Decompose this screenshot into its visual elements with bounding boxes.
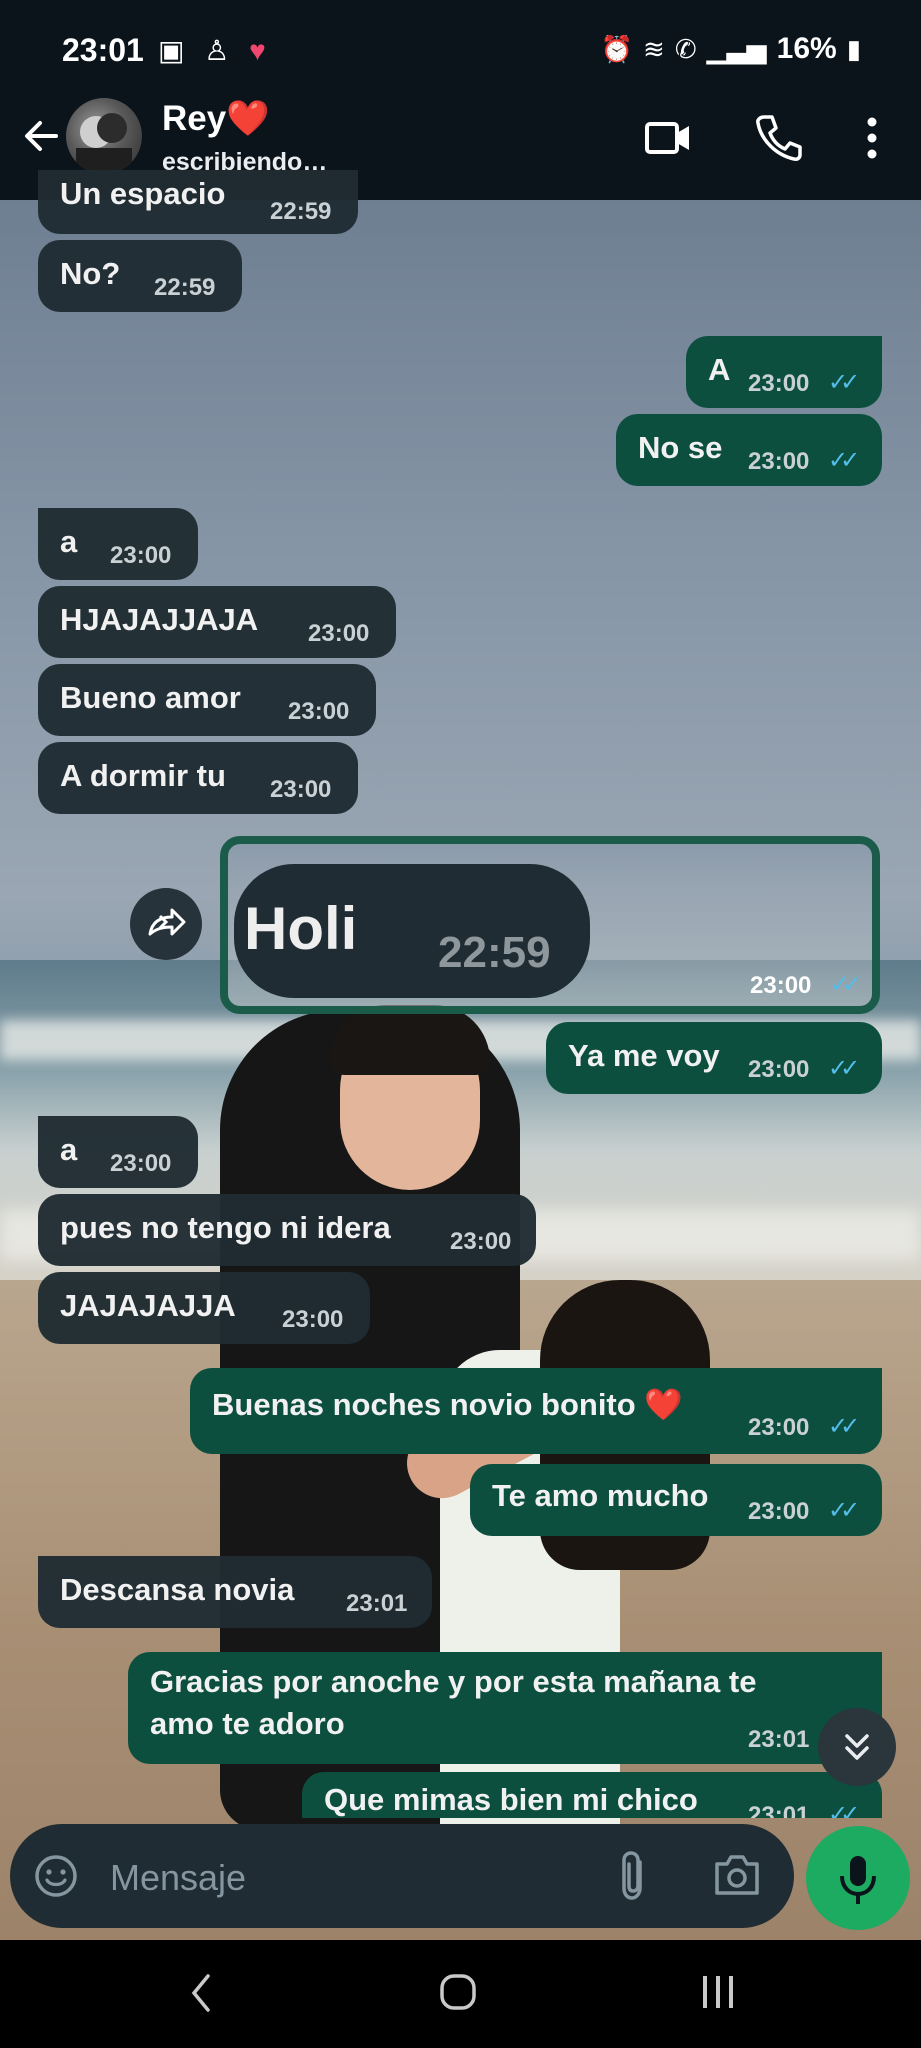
message-outgoing[interactable]: A 23:00 ✓✓ <box>686 336 882 408</box>
message-time: 23:00 <box>748 1056 810 1083</box>
message-incoming[interactable]: A dormir tu 23:00 <box>38 742 358 814</box>
app-icon: ♙ <box>204 35 236 66</box>
message-time: 22:59 <box>270 198 332 225</box>
battery-icon: ▮ <box>846 33 861 64</box>
message-incoming[interactable]: a 23:00 <box>38 1116 198 1188</box>
message-outgoing[interactable]: Ya me voy 23:00 ✓✓ <box>546 1022 882 1094</box>
read-ticks-icon: ✓✓ <box>828 1413 860 1440</box>
wifi-icon: ≋ <box>643 33 665 64</box>
message-incoming[interactable]: JAJAJAJJA 23:00 <box>38 1272 370 1344</box>
gallery-icon: ▣ <box>158 35 191 66</box>
message-time: 23:00 <box>748 1498 810 1525</box>
message-time: 23:00 <box>308 620 370 647</box>
message-time: 23:00 <box>748 1414 810 1441</box>
message-incoming[interactable]: a 23:00 <box>38 508 198 580</box>
avatar[interactable] <box>66 98 142 174</box>
voice-message-button[interactable] <box>806 1826 910 1930</box>
heart-icon: ♥ <box>249 35 272 66</box>
contact-name[interactable]: Rey❤️ <box>162 98 270 139</box>
nav-back-icon[interactable] <box>186 1968 216 2018</box>
status-bar: 23:01 ▣ ♙ ♥ ⏰ ≋ ✆ ▁▃▅ 16% ▮ <box>0 0 921 100</box>
attach-icon[interactable] <box>614 1850 654 1902</box>
message-time: 23:00 <box>110 542 172 569</box>
message-outgoing[interactable]: Buenas noches novio bonito ❤️ 23:00 ✓✓ <box>190 1368 882 1454</box>
message-time: 23:00 <box>748 448 810 475</box>
wifi-call-icon: ✆ <box>674 33 697 64</box>
phone-icon[interactable] <box>754 112 802 162</box>
read-ticks-icon: ✓✓ <box>830 971 862 998</box>
message-input[interactable] <box>108 1848 612 1908</box>
read-ticks-icon: ✓✓ <box>828 447 860 474</box>
forward-icon[interactable] <box>130 888 202 960</box>
message-incoming[interactable]: HJAJAJJAJA 23:00 <box>38 586 396 658</box>
message-outgoing[interactable]: Que mimas bien mi chico 23:01 ✓✓ <box>302 1772 882 1818</box>
message-time: 23:01 <box>748 1802 810 1818</box>
read-ticks-icon: ✓✓ <box>828 1055 860 1082</box>
microphone-icon <box>840 1856 876 1904</box>
video-call-icon[interactable] <box>644 118 692 158</box>
back-arrow-icon[interactable] <box>16 110 64 170</box>
message-time: 23:00 <box>270 776 332 803</box>
message-time: 23:01 <box>748 1726 810 1753</box>
message-time: 22:59 <box>154 274 216 301</box>
nav-home-icon[interactable] <box>438 1972 478 2012</box>
message-time: 23:01 <box>346 1590 408 1617</box>
nav-recents-icon[interactable] <box>700 1974 736 2010</box>
message-incoming[interactable]: No? 22:59 <box>38 240 242 312</box>
signal-icon: ▁▃▅ <box>706 33 767 64</box>
message-time: 23:00 <box>288 698 350 725</box>
camera-icon[interactable] <box>712 1852 762 1898</box>
read-ticks-icon: ✓✓ <box>828 369 860 396</box>
message-outgoing[interactable]: Te amo mucho 23:00 ✓✓ <box>470 1464 882 1536</box>
message-outgoing[interactable]: No se 23:00 ✓✓ <box>616 414 882 486</box>
message-outgoing[interactable]: Gracias por anoche y por esta mañana te … <box>128 1652 882 1764</box>
status-time: 23:01 <box>62 32 144 68</box>
emoji-icon[interactable] <box>34 1854 78 1898</box>
message-incoming[interactable]: pues no tengo ni idera 23:00 <box>38 1194 536 1266</box>
scroll-to-bottom-button[interactable] <box>818 1708 896 1786</box>
image-message[interactable]: Holi 22:59 23:00 ✓✓ <box>220 836 880 1014</box>
read-ticks-icon: ✓✓ <box>828 1497 860 1524</box>
message-time: 23:00 <box>748 370 810 397</box>
message-time: 23:00 <box>282 1306 344 1333</box>
alarm-icon: ⏰ <box>600 33 634 64</box>
message-time: 23:00 <box>750 972 812 999</box>
message-incoming[interactable]: Descansa novia 23:01 <box>38 1556 432 1628</box>
message-incoming[interactable]: Bueno amor 23:00 <box>38 664 376 736</box>
message-time: 23:00 <box>110 1150 172 1177</box>
battery-level: 16% <box>776 32 837 65</box>
read-ticks-icon: ✓✓ <box>828 1801 860 1818</box>
image-preview: Holi 22:59 <box>234 864 590 998</box>
message-incoming[interactable]: Un espacio 22:59 <box>38 170 358 234</box>
message-time: 23:00 <box>450 1228 512 1255</box>
more-vert-icon[interactable] <box>862 116 882 160</box>
